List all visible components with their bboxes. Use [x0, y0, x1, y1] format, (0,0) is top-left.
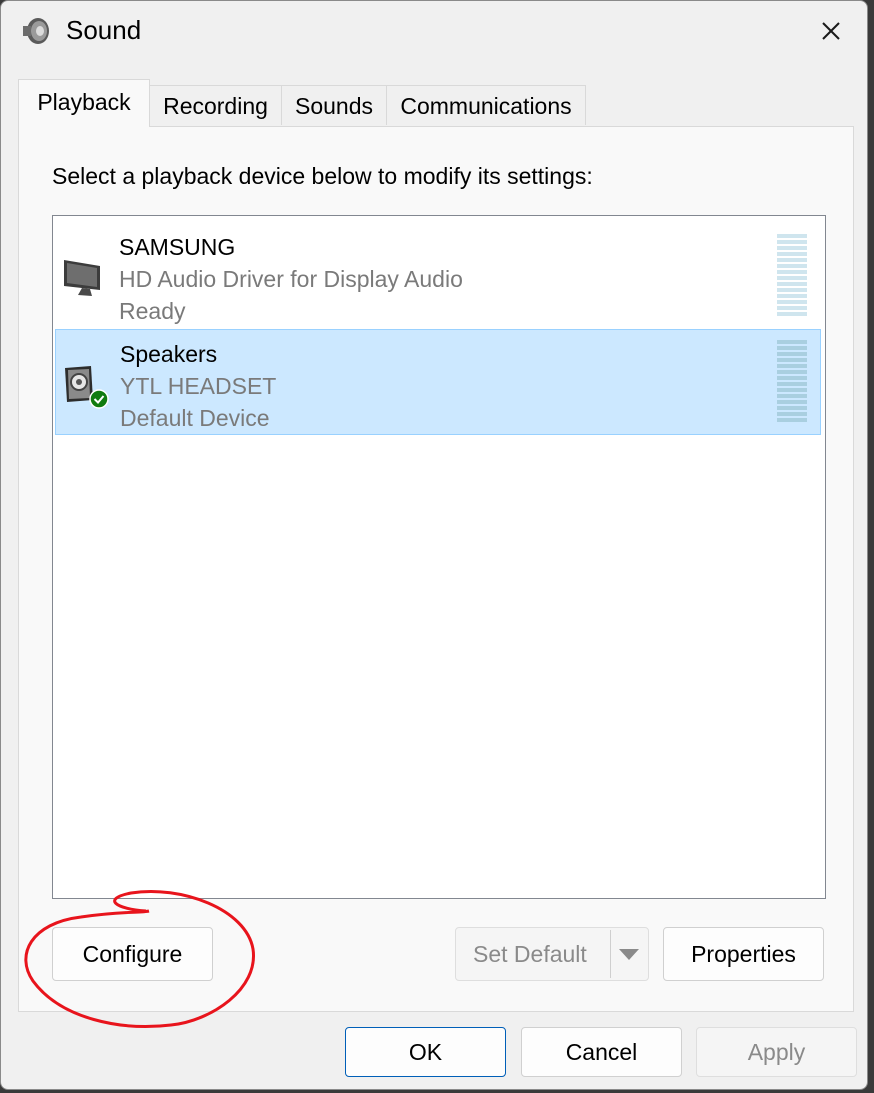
window-title: Sound — [66, 15, 142, 45]
device-status: Ready — [119, 298, 186, 324]
sound-dialog: Sound Playback Recording Sounds Communic… — [0, 0, 868, 1090]
ok-button[interactable]: OK — [345, 1027, 506, 1077]
device-item-speakers[interactable]: Speakers YTL HEADSET Default Device — [55, 329, 821, 435]
red-circle-annotation — [24, 890, 255, 1028]
device-name: SAMSUNG — [119, 234, 236, 260]
device-list[interactable]: SAMSUNG HD Audio Driver for Display Audi… — [52, 215, 826, 899]
device-status: Default Device — [120, 405, 270, 431]
instruction-text: Select a playback device below to modify… — [52, 163, 593, 189]
device-description: YTL HEADSET — [120, 373, 277, 399]
volume-meter — [777, 234, 807, 322]
device-description: HD Audio Driver for Display Audio — [119, 266, 463, 292]
properties-button[interactable]: Properties — [663, 927, 824, 981]
close-icon[interactable] — [813, 13, 849, 49]
tab-recording[interactable]: Recording — [149, 85, 282, 125]
device-name: Speakers — [120, 341, 218, 367]
tab-communications[interactable]: Communications — [386, 85, 586, 125]
tab-sounds[interactable]: Sounds — [281, 85, 387, 125]
title-bar: Sound — [1, 1, 867, 63]
green-check-icon — [89, 389, 109, 409]
set-default-button[interactable]: Set Default — [455, 927, 649, 981]
apply-button[interactable]: Apply — [696, 1027, 857, 1077]
set-default-label: Set Default — [473, 941, 587, 967]
split-divider — [610, 930, 611, 978]
cancel-button[interactable]: Cancel — [521, 1027, 682, 1077]
volume-meter — [777, 340, 807, 428]
playback-panel: Select a playback device below to modify… — [18, 126, 854, 1012]
monitor-icon — [64, 260, 100, 296]
device-item-samsung[interactable]: SAMSUNG HD Audio Driver for Display Audi… — [55, 222, 821, 328]
chevron-down-icon[interactable] — [618, 948, 640, 962]
speaker-icon — [23, 18, 49, 44]
tab-playback[interactable]: Playback — [18, 79, 150, 127]
